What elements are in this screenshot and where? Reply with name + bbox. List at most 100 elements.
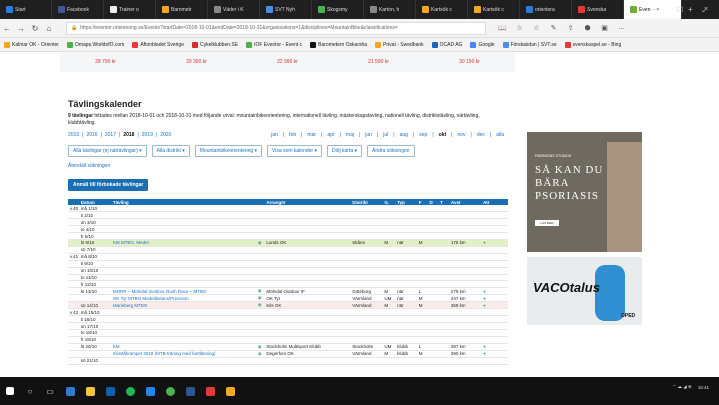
table-row[interactable]: fr 12/10 <box>68 280 508 289</box>
favorite-item[interactable]: Google <box>470 41 495 48</box>
home-button[interactable]: ⌂ <box>42 24 56 33</box>
chrome-icon[interactable] <box>160 377 180 405</box>
search-icon[interactable]: ○ <box>20 377 40 405</box>
table-row[interactable]: fr 19/10 <box>68 336 508 344</box>
favorites-icon[interactable]: ☆ <box>528 24 545 32</box>
psoriasis-ad[interactable]: FABRIKENS STUDIOS SÅ KAN DU BÄRA PSORIAS… <box>527 132 642 252</box>
spotify-icon[interactable] <box>120 377 140 405</box>
event-link[interactable]: OK Tyr MTBO Medeldistans/Precision <box>113 296 189 301</box>
pocket-icon[interactable]: ⬢ <box>579 24 596 32</box>
back-button[interactable]: ← <box>0 24 14 33</box>
table-row[interactable]: fr 5/10 <box>68 232 508 240</box>
month-link[interactable]: jan <box>271 132 278 138</box>
url-field[interactable]: 🔒 https://eventor.orientering.se/Events?s… <box>66 21 486 35</box>
filter-dropdown[interactable]: Alla distrikt ▾ <box>151 145 190 157</box>
table-row[interactable]: sö 14/10 Marieberg MTBO ◉ Kils OK Värmland Mn… <box>68 301 508 310</box>
tab-1[interactable]: Facebook <box>52 0 104 19</box>
favorite-item[interactable]: svenskaspel.se - Bing <box>564 41 621 48</box>
minimize-button[interactable]: — <box>641 6 667 13</box>
table-row[interactable]: ti 9/10 <box>68 260 508 268</box>
year-link[interactable]: 2020 <box>160 132 171 138</box>
app-icon[interactable] <box>200 377 220 405</box>
year-link[interactable]: 2018 <box>123 132 134 138</box>
tab-10[interactable]: orientera <box>520 0 572 19</box>
store-icon[interactable] <box>100 377 120 405</box>
table-row[interactable]: to 11/10 <box>68 274 508 282</box>
price-value[interactable]: 28 790 kr <box>60 59 151 65</box>
year-link[interactable]: 2019 <box>142 132 153 138</box>
table-row[interactable]: on 10/10 <box>68 267 508 275</box>
menu-icon[interactable]: … <box>613 24 630 32</box>
edge-icon[interactable] <box>60 377 80 405</box>
adblock-icon[interactable]: ▣ <box>596 24 613 32</box>
price-value[interactable]: 29 390 kr <box>151 59 242 65</box>
filter-dropdown[interactable]: Dölj karta ▾ <box>327 145 363 157</box>
forward-button[interactable]: → <box>14 24 28 33</box>
year-link[interactable]: 2016 <box>86 132 97 138</box>
tab-3[interactable]: Barometr <box>156 0 208 19</box>
month-link[interactable]: maj <box>346 132 354 138</box>
favorite-item[interactable]: Privat - Swedbank <box>375 41 424 48</box>
register-prebooked-button[interactable]: Anmäl till förbokade tävlingar <box>68 179 149 191</box>
tab-11[interactable]: Svenska <box>572 0 624 19</box>
table-row[interactable]: lö 13/10 MORR – Mölndal Outdoor Rush Race… <box>68 287 508 296</box>
tab-2[interactable]: Trainer o <box>104 0 156 19</box>
reload-button[interactable]: ↻ <box>28 24 42 33</box>
tab-4[interactable]: Väder i K <box>208 0 260 19</box>
month-link[interactable]: aug <box>400 132 408 138</box>
table-row[interactable]: OK Tyr MTBO Medeldistans/Precision ◉ OK Ty… <box>68 294 508 303</box>
month-link[interactable]: mar <box>307 132 316 138</box>
favorite-item[interactable]: Barometern Oskarsha <box>310 41 367 48</box>
month-link[interactable]: jun <box>365 132 372 138</box>
month-link[interactable]: jul <box>383 132 388 138</box>
filter-dropdown[interactable]: Visa som kalender ▾ <box>267 145 322 157</box>
event-link[interactable]: KM <box>113 344 120 349</box>
vacotalus-ad[interactable]: VACOtalus OPED <box>527 257 642 325</box>
table-row[interactable]: to 18/10 <box>68 329 508 337</box>
favorite-item[interactable]: Cykelklubben.SE <box>191 41 238 48</box>
table-row[interactable]: v.42 må 15/10 <box>68 308 508 317</box>
tab-5[interactable]: SVT Nyh <box>260 0 312 19</box>
month-link[interactable]: apr <box>327 132 334 138</box>
table-row[interactable]: sö 7/10 <box>68 246 508 254</box>
share-icon[interactable]: ⇪ <box>562 24 579 32</box>
month-link[interactable]: feb <box>289 132 296 138</box>
pen-icon[interactable]: ✎ <box>545 24 562 32</box>
table-row[interactable]: ti 2/10 <box>68 211 508 220</box>
star-icon[interactable]: ☆ <box>511 24 528 32</box>
paint-icon[interactable] <box>220 377 240 405</box>
filter-dropdown[interactable]: Ändra sökningen <box>367 145 415 157</box>
favorite-item[interactable]: Kalmar OK - Orienter <box>4 41 59 48</box>
month-link[interactable]: alla <box>496 132 504 138</box>
favorite-item[interactable]: Förstasidan | SVT.se <box>502 41 557 48</box>
event-link[interactable]: Svartåkrampet 2018 (MTB-träning med kart… <box>113 351 216 356</box>
tab-6[interactable]: Skogsmy <box>312 0 364 19</box>
price-value[interactable]: 22 990 kr <box>242 59 333 65</box>
tab-9[interactable]: Kartsök c <box>468 0 520 19</box>
maximize-button[interactable]: ☐ <box>667 6 693 14</box>
table-row[interactable]: on 3/10 <box>68 218 508 227</box>
table-row[interactable]: to 4/10 <box>68 225 508 234</box>
start-button[interactable] <box>0 377 20 405</box>
ad-read-more-button[interactable]: LÄS MER <box>535 220 559 226</box>
event-link[interactable]: MORR – Mölndal Outdoor Rush Race – MTBO <box>113 289 207 294</box>
clock[interactable]: 15:41 <box>698 385 709 390</box>
filter-dropdown[interactable]: Mountainbikeorientering ▾ <box>194 145 263 157</box>
table-row[interactable]: sö 21/10 <box>68 357 508 365</box>
reset-search-link[interactable]: Återställ sökningen <box>68 163 507 169</box>
task-view-icon[interactable]: ▭ <box>40 377 60 405</box>
favorite-item[interactable]: Aftonbladet Sverige <box>132 41 184 48</box>
tray-icons[interactable]: ⌃ ☁ ◢ ⊕ <box>672 384 691 390</box>
table-row[interactable]: lö 6/10 KM MTBO, Medel ◉ Lunds OK Skåne Mnär M… <box>68 239 508 247</box>
table-row[interactable]: v.40 må 1/10 <box>68 205 508 213</box>
favorite-item[interactable]: Omaps.WorldofO.com <box>66 41 124 48</box>
word-icon[interactable] <box>180 377 200 405</box>
filter-dropdown[interactable]: Alla tävlingar (ej närtävlingar) ▾ <box>68 145 147 157</box>
month-link[interactable]: okt <box>439 132 447 138</box>
price-value[interactable]: 21 590 kr <box>333 59 424 65</box>
photos-icon[interactable] <box>140 377 160 405</box>
tab-7[interactable]: Karton, h <box>364 0 416 19</box>
year-link[interactable]: 2015 <box>68 132 79 138</box>
favorite-item[interactable]: IOF Eventor - Event c <box>246 41 302 48</box>
event-link[interactable]: Marieberg MTBO <box>113 303 148 308</box>
